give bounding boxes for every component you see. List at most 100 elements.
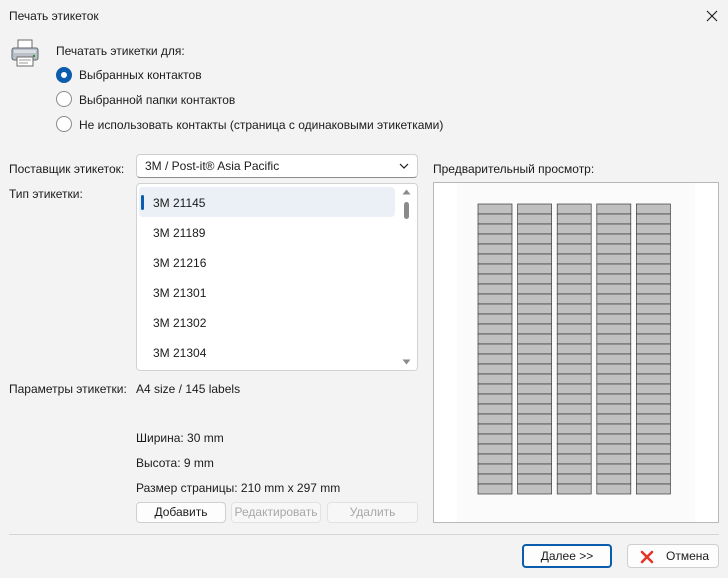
print-for-label: Печатать этикетки для: [56,44,185,58]
preview-label-cell [596,253,632,265]
list-item[interactable]: 3M 21304 [139,337,395,367]
preview-label-cell [596,283,632,295]
params-summary: A4 size / 145 labels [136,382,241,396]
radio-no-contacts-label[interactable]: Не использовать контакты (страница с оди… [79,118,443,132]
preview-label-cell [517,253,552,265]
scroll-up-icon[interactable] [402,189,411,195]
page-size: Размер страницы: 210 mm x 297 mm [136,481,341,495]
preview-label-cell [636,323,671,335]
preview-label-cell [636,383,671,395]
preview-label-cell [596,263,632,275]
preview-label-cell [596,233,632,245]
preview-label-cell [636,203,671,215]
preview-label-cell [477,323,513,335]
edit-button[interactable]: Редактировать [231,502,321,523]
selection-indicator [141,195,144,210]
preview-label-cell [636,283,671,295]
preview-label-cell [556,443,592,455]
list-item[interactable]: 3M 21189 [139,217,395,247]
preview-label-cell [636,263,671,275]
list-scrollbar[interactable] [397,184,417,370]
preview-label-cell [636,243,671,255]
chevron-down-icon [399,163,409,169]
preview-label-cell [477,423,513,435]
preview-label-cell [517,353,552,365]
preview-label-cell [477,243,513,255]
radio-selected-folder[interactable] [56,91,72,107]
preview-label-cell [556,243,592,255]
x-mark-icon [640,550,654,564]
supplier-dropdown[interactable]: 3M / Post-it® Asia Pacific [136,154,418,178]
preview-label-cell [517,433,552,445]
preview-label-cell [596,403,632,415]
preview-label-cell [517,453,552,465]
next-button[interactable]: Далее >> [522,544,612,568]
preview-label-cell [556,343,592,355]
radio-selected-contacts-label[interactable]: Выбранных контактов [79,68,202,82]
close-icon [706,10,718,22]
preview-label-cell [556,203,592,215]
preview-label-cell [556,433,592,445]
scroll-down-icon[interactable] [402,359,411,365]
preview-label-cell [517,463,552,475]
preview-label-cell [556,283,592,295]
radio-selected-contacts[interactable] [56,67,72,83]
preview-label-cell [477,413,513,425]
preview-label-cell [636,433,671,445]
label-sheet-preview [477,203,671,495]
preview-label-cell [517,423,552,435]
preview-label-cell [596,473,632,485]
preview-label-cell [517,243,552,255]
list-item[interactable]: 3M 21301 [139,277,395,307]
preview-label-cell [596,343,632,355]
preview-label-cell [556,453,592,465]
preview-label-cell [556,263,592,275]
radio-selected-folder-label[interactable]: Выбранной папки контактов [79,93,235,107]
radio-no-contacts[interactable] [56,116,72,132]
list-item-label: 3M 21302 [153,316,207,330]
preview-label-cell [556,463,592,475]
list-item[interactable]: 3M 21302 [139,307,395,337]
preview-label-cell [596,223,632,235]
preview-label-cell [596,483,632,495]
preview-label-cell [517,393,552,405]
add-button[interactable]: Добавить [136,502,226,523]
preview-label-cell [517,483,552,495]
preview-label-cell [477,333,513,345]
preview-label-cell [556,333,592,345]
preview-label-cell [636,313,671,325]
preview-label-cell [556,423,592,435]
list-item-label: 3M 21145 [153,196,206,210]
preview-label-cell [517,443,552,455]
preview-label-cell [636,483,671,495]
title-bar: Печать этикеток [0,0,728,32]
preview-label-cell [517,333,552,345]
close-button[interactable] [696,0,728,32]
preview-label-cell [636,273,671,285]
params-label: Параметры этикетки: [9,382,127,396]
scroll-thumb[interactable] [404,202,409,219]
preview-label-cell [636,403,671,415]
preview-label-cell [517,323,552,335]
preview-label-cell [596,413,632,425]
label-type-list[interactable]: 3M 21145 3M 21189 3M 21216 3M 21301 3M 2… [136,183,418,371]
preview-label-cell [477,303,513,315]
preview-label-cell [556,213,592,225]
preview-label-cell [477,383,513,395]
list-item-label: 3M 21216 [153,256,207,270]
preview-label-cell [517,373,552,385]
preview-label-cell [636,293,671,305]
preview-panel [433,182,719,523]
preview-label-cell [517,403,552,415]
preview-label-cell [596,393,632,405]
list-item-label: 3M 21189 [153,226,206,240]
preview-label-cell [556,353,592,365]
preview-label-cell [477,403,513,415]
list-item[interactable]: 3M 21216 [139,247,395,277]
list-item[interactable]: 3M 21145 [139,187,395,217]
delete-button[interactable]: Удалить [327,502,418,523]
preview-label-cell [596,433,632,445]
preview-label-cell [517,303,552,315]
cancel-button[interactable]: Отмена [627,544,719,568]
preview-label-cell [556,393,592,405]
